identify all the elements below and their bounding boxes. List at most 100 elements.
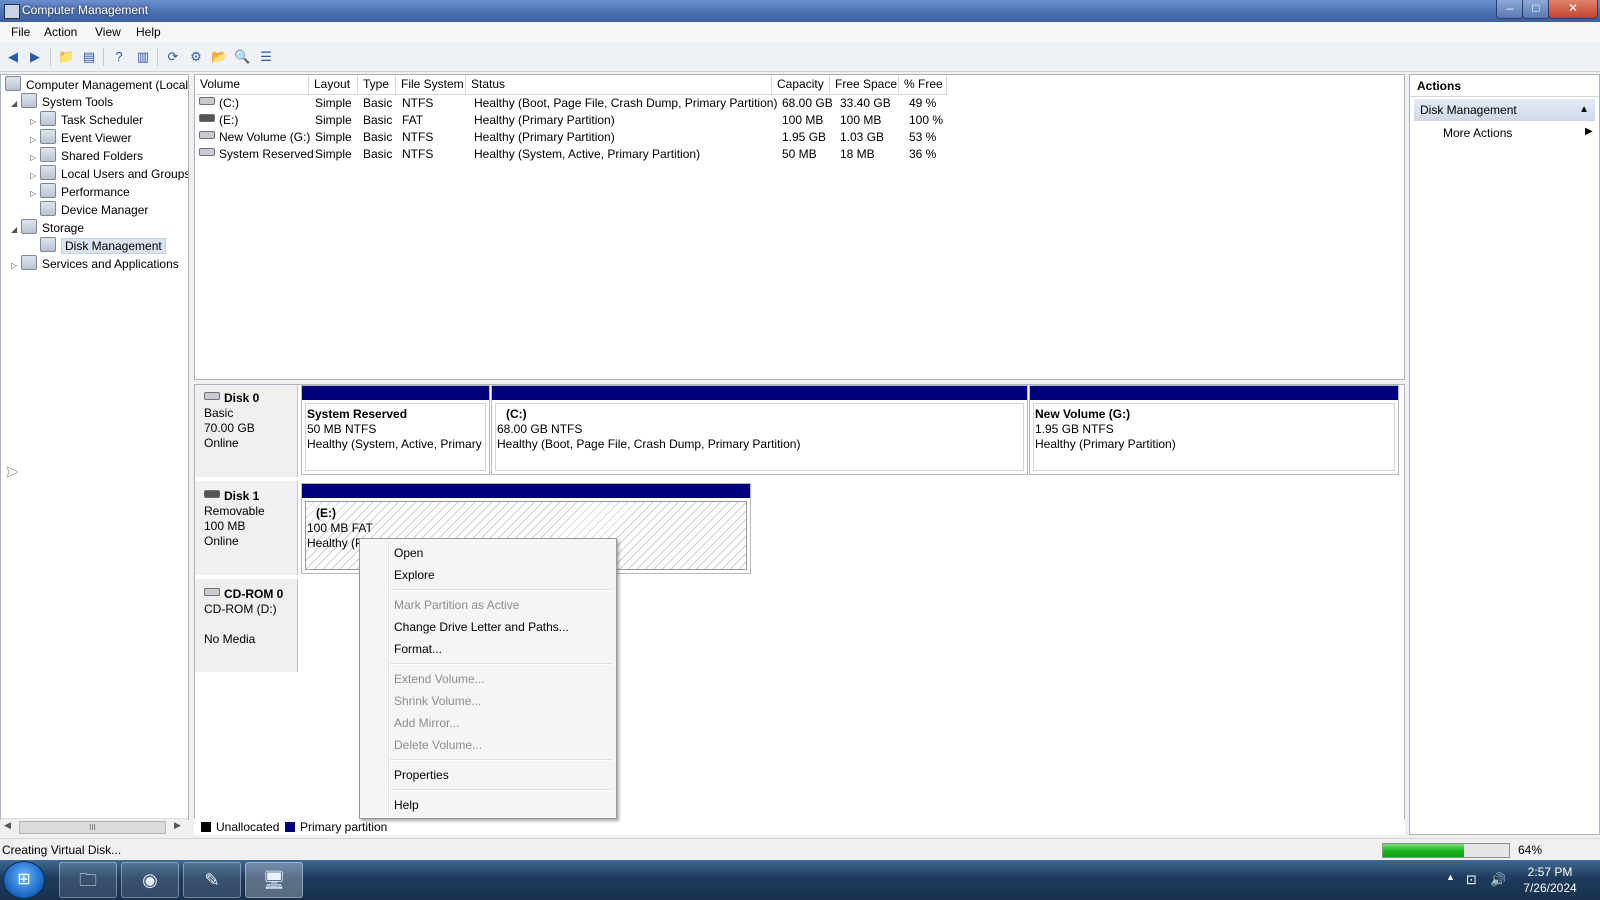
- menu-item-change-drive-letter[interactable]: Change Drive Letter and Paths...: [394, 620, 569, 634]
- column-header-type[interactable]: Type: [358, 75, 396, 95]
- scroll-right-icon[interactable]: ▶: [174, 820, 181, 831]
- tree-device-manager[interactable]: Device Manager: [40, 201, 148, 218]
- menu-item-delete-volume[interactable]: Delete Volume...: [394, 738, 482, 752]
- table-row[interactable]: System Reserved Simple Basic NTFS Health…: [195, 146, 1395, 163]
- legend-primary-partition: Primary partition: [300, 820, 388, 834]
- tree-horizontal-scrollbar[interactable]: ◀ III ▶: [1, 818, 188, 835]
- disk-1-info[interactable]: Disk 1 Removable 100 MB Online: [195, 481, 298, 575]
- maximize-button[interactable]: □: [1522, 0, 1550, 19]
- scroll-left-icon[interactable]: ◀: [4, 820, 11, 831]
- tree-system-tools[interactable]: ◢ System Tools: [11, 93, 113, 110]
- properties-icon[interactable]: ⚙: [188, 49, 204, 65]
- explorer-taskbar-icon[interactable]: 🗀: [59, 862, 117, 898]
- menu-help[interactable]: Help: [136, 25, 161, 39]
- settings-icon[interactable]: ☰: [258, 49, 274, 65]
- column-header-percent-free[interactable]: % Free: [899, 75, 947, 95]
- column-header-status[interactable]: Status: [466, 75, 772, 95]
- open-icon[interactable]: 📂: [211, 49, 227, 65]
- menu-item-shrink-volume[interactable]: Shrink Volume...: [394, 694, 481, 708]
- menu-item-explore[interactable]: Explore: [394, 568, 435, 582]
- partition-system-reserved[interactable]: System Reserved 50 MB NTFS Healthy (Syst…: [301, 385, 490, 475]
- partition-g[interactable]: New Volume (G:) 1.95 GB NTFS Healthy (Pr…: [1029, 385, 1399, 475]
- show-hidden-icons-icon[interactable]: ▲: [1446, 872, 1455, 882]
- expand-arrow-icon[interactable]: ▷: [30, 167, 40, 184]
- tree-root[interactable]: Computer Management (Local: [5, 76, 188, 93]
- computer-management-taskbar-icon[interactable]: 🖥: [245, 862, 303, 898]
- menu-item-help[interactable]: Help: [394, 798, 419, 812]
- partition-c[interactable]: (C:) 68.00 GB NTFS Healthy (Boot, Page F…: [491, 385, 1028, 475]
- tools-icon: [21, 93, 37, 108]
- collapse-arrow-icon[interactable]: ◢: [11, 95, 21, 112]
- clock-icon: [40, 111, 56, 126]
- expand-arrow-icon[interactable]: ▷: [30, 131, 40, 148]
- mouse-cursor-icon: ➤: [5, 464, 19, 481]
- show-hide-action-pane-icon[interactable]: ▥: [135, 49, 151, 65]
- menu-separator: [390, 789, 613, 791]
- more-actions-item[interactable]: More Actions: [1443, 126, 1512, 140]
- menu-item-format[interactable]: Format...: [394, 642, 442, 656]
- tree-disk-management[interactable]: Disk Management: [40, 237, 166, 254]
- forward-icon[interactable]: ▶: [27, 49, 43, 65]
- tree-storage[interactable]: ◢ Storage: [11, 219, 84, 236]
- menu-item-mark-active[interactable]: Mark Partition as Active: [394, 598, 519, 612]
- column-header-file-system[interactable]: File System: [396, 75, 466, 95]
- browser-taskbar-icon[interactable]: ◉: [121, 862, 179, 898]
- collapse-up-icon[interactable]: ▲: [1579, 99, 1589, 121]
- tree-task-scheduler[interactable]: ▷ Task Scheduler: [30, 111, 143, 128]
- start-button[interactable]: ⊞: [3, 861, 45, 899]
- clock[interactable]: 2:57 PM 7/26/2024: [1510, 864, 1590, 896]
- menu-item-add-mirror[interactable]: Add Mirror...: [394, 716, 459, 730]
- menu-file[interactable]: File: [11, 25, 30, 39]
- close-button[interactable]: ✕: [1548, 0, 1598, 19]
- scroll-thumb[interactable]: III: [19, 821, 166, 834]
- help-icon[interactable]: ?: [111, 49, 127, 65]
- tree-local-users[interactable]: ▷ Local Users and Groups: [30, 165, 188, 184]
- network-icon[interactable]: ⊡: [1466, 872, 1477, 888]
- users-icon: [40, 165, 56, 180]
- table-row[interactable]: (E:) Simple Basic FAT Healthy (Primary P…: [195, 112, 1395, 129]
- console-tree: Computer Management (Local ◢ System Tools…: [0, 74, 189, 820]
- menu-item-properties[interactable]: Properties: [394, 768, 449, 782]
- rescan-icon[interactable]: 🔍: [234, 49, 250, 65]
- menu-item-extend-volume[interactable]: Extend Volume...: [394, 672, 485, 686]
- cdrom-0-info[interactable]: CD-ROM 0 CD-ROM (D:) No Media: [195, 579, 298, 672]
- column-header-free-space[interactable]: Free Space: [830, 75, 899, 95]
- progress-label: 64%: [1518, 843, 1543, 857]
- expand-arrow-icon[interactable]: ▷: [30, 149, 40, 166]
- progress-bar: [1382, 843, 1510, 858]
- tree-performance[interactable]: ▷ Performance: [30, 183, 130, 200]
- primary-partition-bar: [302, 386, 489, 400]
- menu-view[interactable]: View: [95, 25, 121, 39]
- column-header-volume[interactable]: Volume: [195, 75, 309, 95]
- refresh-icon[interactable]: ⟳: [165, 49, 181, 65]
- usb-drive-taskbar-icon[interactable]: ✎: [183, 862, 241, 898]
- back-icon[interactable]: ◀: [5, 49, 21, 65]
- tree-services[interactable]: ▷ Services and Applications: [11, 255, 179, 272]
- column-header-capacity[interactable]: Capacity: [772, 75, 830, 95]
- expand-arrow-icon[interactable]: ▷: [30, 113, 40, 130]
- performance-icon: [40, 183, 56, 198]
- table-row[interactable]: (C:) Simple Basic NTFS Healthy (Boot, Pa…: [195, 95, 1395, 112]
- table-row[interactable]: New Volume (G:) Simple Basic NTFS Health…: [195, 129, 1395, 146]
- status-text: Creating Virtual Disk...: [2, 843, 122, 857]
- show-hide-tree-icon[interactable]: ▤: [81, 49, 97, 65]
- primary-partition-bar: [492, 386, 1027, 400]
- expand-arrow-icon[interactable]: ▷: [30, 185, 40, 202]
- disk-0-info[interactable]: Disk 0 Basic 70.00 GB Online: [195, 385, 298, 477]
- tree-event-viewer[interactable]: ▷ Event Viewer: [30, 129, 131, 146]
- primary-partition-swatch: [285, 822, 295, 832]
- column-header-layout[interactable]: Layout: [309, 75, 358, 95]
- menu-action[interactable]: Action: [44, 25, 77, 39]
- event-viewer-icon: [40, 129, 56, 144]
- menu-separator: [390, 759, 613, 761]
- toolbar-separator: [103, 48, 104, 66]
- volume-list: Volume Layout Type File System Status Ca…: [194, 74, 1405, 380]
- up-folder-icon[interactable]: 📁: [58, 49, 74, 65]
- collapse-arrow-icon[interactable]: ◢: [11, 221, 21, 238]
- minimize-button[interactable]: –: [1496, 0, 1524, 19]
- actions-group-disk-management[interactable]: Disk Management ▲: [1414, 99, 1595, 121]
- expand-arrow-icon[interactable]: ▷: [11, 257, 21, 274]
- tree-shared-folders[interactable]: ▷ Shared Folders: [30, 147, 143, 164]
- menu-item-open[interactable]: Open: [394, 546, 423, 560]
- volume-icon[interactable]: 🔊: [1490, 872, 1506, 888]
